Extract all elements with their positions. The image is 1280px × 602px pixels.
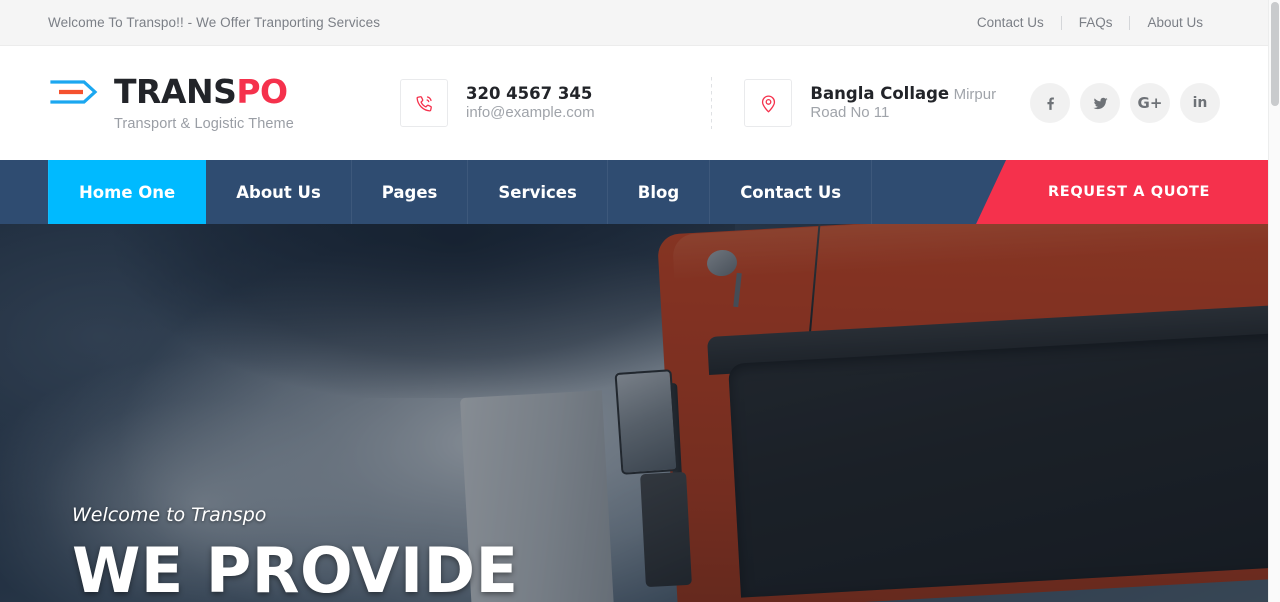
top-bar-links: Contact Us FAQs About Us <box>960 15 1220 30</box>
map-pin-icon <box>744 79 793 127</box>
welcome-message: Welcome To Transpo!! - We Offer Tranport… <box>48 15 381 30</box>
nav-items: Home One About Us Pages Services Blog Co… <box>48 160 873 224</box>
logo-text-accent: PO <box>236 72 288 111</box>
header-contact-group: 320 4567 345 info@example.com Bangla Col… <box>400 77 1030 129</box>
phone-number: 320 4567 345 <box>466 83 593 103</box>
top-link-about-us[interactable]: About Us <box>1130 15 1220 30</box>
scrollbar-thumb[interactable] <box>1271 2 1279 106</box>
page-scrollbar[interactable] <box>1268 0 1280 602</box>
logo-tagline: Transport & Logistic Theme <box>114 115 294 132</box>
nav-item-blog[interactable]: Blog <box>608 160 711 224</box>
linkedin-label: in <box>1192 95 1208 111</box>
address-title: Bangla Collage <box>810 83 950 103</box>
nav-item-home-one[interactable]: Home One <box>48 160 207 224</box>
nav-item-pages[interactable]: Pages <box>352 160 469 224</box>
arrow-logo-icon <box>48 75 100 109</box>
hero-kicker: Welcome to Transpo <box>72 504 267 526</box>
facebook-icon[interactable] <box>1030 83 1070 123</box>
contact-address-block[interactable]: Bangla Collage Mirpur Road No 11 <box>744 79 1030 127</box>
phone-icon <box>400 79 448 127</box>
logo-text-primary: TRANS <box>114 72 237 111</box>
page-content: Welcome To Transpo!! - We Offer Tranport… <box>0 0 1268 602</box>
request-a-quote-button[interactable]: REQUEST A QUOTE <box>976 160 1268 224</box>
top-bar: Welcome To Transpo!! - We Offer Tranport… <box>0 0 1268 46</box>
contact-address-text: Bangla Collage Mirpur Road No 11 <box>810 84 1030 123</box>
logo-text: TRANSPO <box>114 75 288 108</box>
twitter-icon[interactable] <box>1080 83 1120 123</box>
hero-text: Welcome to Transpo WE PROVIDE <box>72 504 518 602</box>
logo[interactable]: TRANSPO Transport & Logistic Theme <box>48 75 348 132</box>
nav-item-services[interactable]: Services <box>468 160 608 224</box>
site-header: TRANSPO Transport & Logistic Theme 320 4… <box>0 46 1268 160</box>
google-plus-icon[interactable]: G+ <box>1130 83 1170 123</box>
google-plus-label: G+ <box>1137 94 1163 112</box>
browser-viewport: Welcome To Transpo!! - We Offer Tranport… <box>0 0 1280 602</box>
hero-title: WE PROVIDE <box>72 534 519 602</box>
nav-item-contact-us[interactable]: Contact Us <box>710 160 873 224</box>
main-navigation: Home One About Us Pages Services Blog Co… <box>0 160 1268 224</box>
email-address: info@example.com <box>466 104 595 122</box>
contact-phone-text: 320 4567 345 info@example.com <box>466 84 678 123</box>
divider <box>710 77 712 129</box>
top-link-contact-us[interactable]: Contact Us <box>960 15 1061 30</box>
nav-item-about-us[interactable]: About Us <box>206 160 352 224</box>
logo-row: TRANSPO <box>48 75 348 109</box>
hero-banner: Welcome to Transpo WE PROVIDE <box>0 224 1268 602</box>
contact-phone-block[interactable]: 320 4567 345 info@example.com <box>400 79 678 127</box>
top-link-faqs[interactable]: FAQs <box>1062 15 1130 30</box>
social-links: G+ in <box>1030 83 1220 123</box>
linkedin-icon[interactable]: in <box>1180 83 1220 123</box>
nav-left-spacer <box>0 160 48 224</box>
